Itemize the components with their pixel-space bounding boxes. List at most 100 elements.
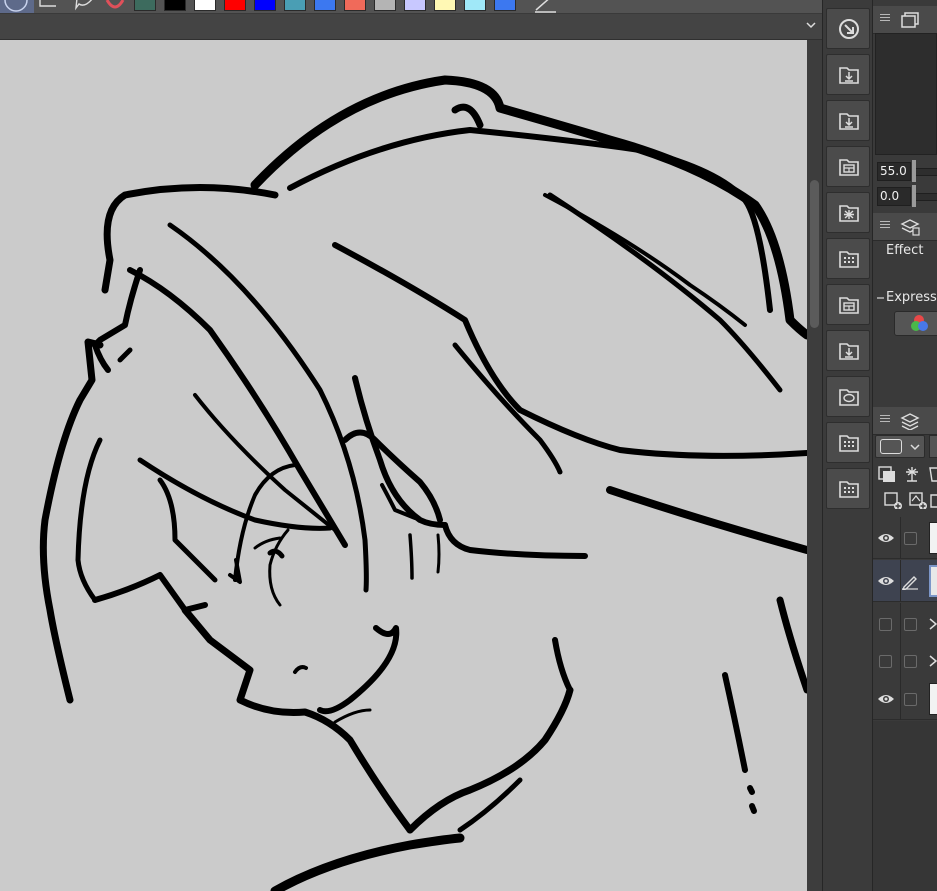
eye-icon[interactable] — [877, 692, 895, 706]
navigator-panel-header[interactable] — [873, 6, 937, 34]
color-swatch-red[interactable] — [224, 0, 246, 11]
clip-layer-icon[interactable] — [877, 465, 897, 483]
layer-row-3[interactable] — [873, 603, 937, 645]
layout-button-2[interactable] — [826, 284, 870, 325]
layer-thumbnail[interactable] — [929, 522, 937, 554]
color-swatch-royal[interactable] — [494, 0, 516, 11]
right-dock: 55.0 0.0 Effect Expressi — [873, 0, 937, 891]
new-raster-layer-icon[interactable] — [883, 491, 903, 509]
layer-list-empty-area[interactable] — [873, 721, 937, 891]
pencil-icon — [902, 576, 918, 590]
layer-thumbnail[interactable] — [929, 565, 937, 597]
blend-mode-dropdown[interactable] — [875, 435, 925, 458]
expression-color-label: Expressi — [886, 290, 937, 305]
layout-icon — [839, 159, 859, 176]
import-file-button[interactable] — [826, 100, 870, 141]
color-swatch-1[interactable] — [134, 0, 156, 11]
color-swatch-cream[interactable] — [434, 0, 456, 11]
panel-menu-grip-icon[interactable] — [880, 14, 890, 23]
color-swatch-teal[interactable] — [284, 0, 306, 11]
line-art-drawing — [39, 75, 807, 891]
layers-icon — [900, 413, 920, 430]
speech-balloon-tool-icon[interactable] — [74, 0, 96, 13]
visibility-checkbox[interactable] — [879, 655, 892, 668]
zoom-slider-knob[interactable] — [912, 160, 916, 182]
frame-tool-icon[interactable] — [36, 0, 58, 13]
grid-icon — [839, 251, 859, 268]
undo-red-icon[interactable] — [104, 0, 126, 13]
chevron-right-icon[interactable] — [928, 654, 937, 668]
blend-mode-icon — [880, 439, 902, 454]
lock-checkbox[interactable] — [904, 618, 917, 631]
import-folder-button[interactable] — [826, 54, 870, 95]
lock-checkbox[interactable] — [904, 655, 917, 668]
layout-icon — [839, 297, 859, 314]
grid-button-2[interactable] — [826, 422, 870, 463]
color-swatch-lightblue[interactable] — [314, 0, 336, 11]
lock-checkbox[interactable] — [904, 693, 917, 706]
row-separator — [900, 640, 901, 682]
panel-menu-grip-icon[interactable] — [880, 221, 890, 230]
row-separator — [900, 517, 901, 559]
command-bar — [822, 0, 873, 891]
rotate-slider-knob[interactable] — [912, 185, 916, 207]
navigator-preview[interactable] — [875, 33, 937, 155]
selection-launcher-icon — [839, 19, 859, 39]
new-folder-layer-icon[interactable] — [929, 491, 937, 509]
new-vector-layer-icon[interactable] — [908, 491, 928, 509]
zoom-field[interactable]: 55.0 — [877, 162, 911, 181]
grid-button-3[interactable] — [826, 468, 870, 509]
layout-button[interactable] — [826, 146, 870, 187]
selection-launcher-button[interactable] — [826, 8, 870, 49]
top-toolbar — [0, 0, 822, 14]
color-swatch-black[interactable] — [164, 0, 186, 11]
speech-bubble-icon — [839, 389, 859, 406]
canvas-vertical-scrollbar[interactable] — [807, 40, 822, 891]
color-swatch-gray[interactable] — [374, 0, 396, 11]
drawing-canvas[interactable] — [0, 40, 807, 891]
reference-layer-icon[interactable] — [902, 465, 922, 483]
color-swatch-blue[interactable] — [254, 0, 276, 11]
eye-icon[interactable] — [877, 574, 895, 588]
grid-icon — [839, 435, 859, 452]
panel-menu-grip-icon[interactable] — [880, 415, 890, 424]
bug-icon — [839, 205, 859, 222]
layer-panel-header[interactable] — [873, 407, 937, 435]
opacity-dropdown[interactable] — [929, 435, 937, 458]
layer-property-panel-header[interactable] — [873, 213, 937, 241]
lock-checkbox[interactable] — [904, 532, 917, 545]
layer-thumbnail[interactable] — [929, 683, 937, 715]
bug-button[interactable] — [826, 192, 870, 233]
color-swatch-cyan[interactable] — [464, 0, 486, 11]
color-swatch-salmon[interactable] — [344, 0, 366, 11]
expression-color-button[interactable] — [894, 311, 937, 336]
layer-row-5[interactable] — [873, 678, 937, 720]
scrollbar-thumb[interactable] — [810, 180, 819, 328]
grid-icon — [839, 481, 859, 498]
import-file-button-2[interactable] — [826, 330, 870, 371]
import-file-icon — [839, 113, 859, 130]
rotate-field[interactable]: 0.0 — [877, 187, 911, 206]
tool-property-bar — [0, 14, 822, 40]
ruler-pen-icon[interactable] — [532, 0, 560, 13]
speech-bubble-button[interactable] — [826, 376, 870, 417]
navigator-icon — [901, 12, 919, 28]
chevron-down-icon — [910, 444, 920, 451]
rotate-slider[interactable] — [915, 193, 937, 201]
color-circles-icon — [911, 315, 928, 331]
color-swatch-lavender[interactable] — [404, 0, 426, 11]
grid-button-1[interactable] — [826, 238, 870, 279]
visibility-checkbox[interactable] — [879, 618, 892, 631]
section-marker — [877, 297, 884, 299]
color-swatch-white[interactable] — [194, 0, 216, 11]
eye-icon[interactable] — [877, 531, 895, 545]
zoom-slider[interactable] — [915, 168, 937, 176]
effect-label: Effect — [886, 243, 924, 258]
layer-row-1[interactable] — [873, 517, 937, 559]
layer-row-2-selected[interactable] — [873, 560, 937, 602]
layer-row-4[interactable] — [873, 640, 937, 682]
draft-layer-icon[interactable] — [927, 465, 937, 483]
tool-ring-icon[interactable] — [0, 0, 34, 13]
chevron-down-icon[interactable] — [804, 18, 818, 32]
chevron-right-icon[interactable] — [928, 617, 937, 631]
